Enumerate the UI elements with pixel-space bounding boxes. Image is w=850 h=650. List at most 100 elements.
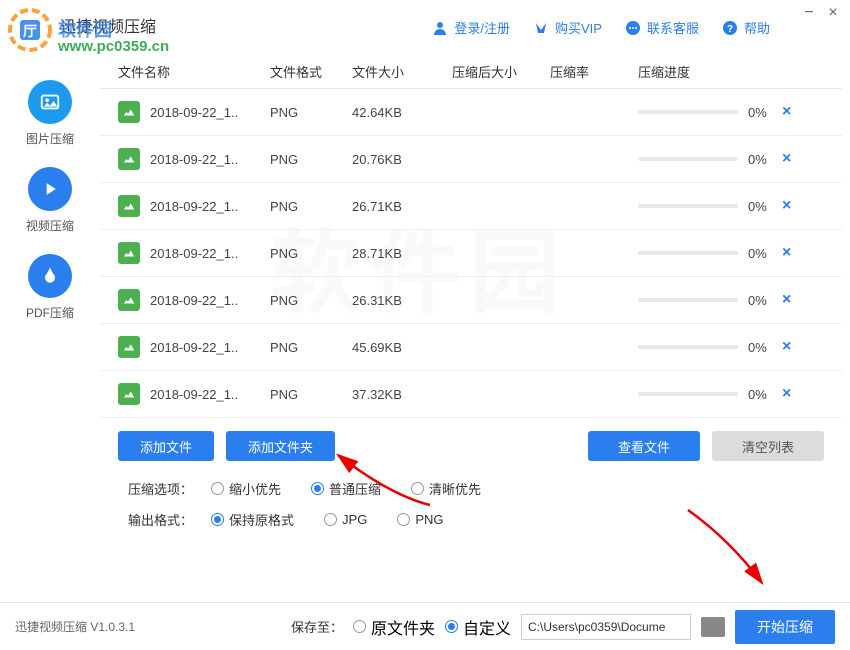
th-name: 文件名称 [118,62,270,81]
cell-size: 45.69KB [352,340,452,355]
image-file-icon [118,336,140,358]
remove-row-icon[interactable]: × [782,291,791,309]
progress-percent: 0% [748,152,778,167]
cell-format: PNG [270,246,352,261]
vip-link[interactable]: 购买VIP [532,18,602,37]
clear-list-button[interactable]: 清空列表 [712,431,824,461]
remove-row-icon[interactable]: × [782,338,791,356]
radio-custom-folder[interactable]: 自定义 [445,615,511,639]
vip-icon [532,19,550,37]
th-format: 文件格式 [270,62,352,81]
remove-row-icon[interactable]: × [782,385,791,403]
cell-filename: 2018-09-22_1.. [150,293,270,308]
radio-normal-compress[interactable]: 普通压缩 [311,479,381,498]
cell-size: 20.76KB [352,152,452,167]
th-size: 文件大小 [352,62,452,81]
remove-row-icon[interactable]: × [782,197,791,215]
sidebar-item-pdf[interactable]: PDF压缩 [26,254,74,321]
radio-shrink-first[interactable]: 缩小优先 [211,479,281,498]
help-link[interactable]: ? 帮助 [721,18,770,37]
login-label: 登录/注册 [454,18,510,37]
progress-percent: 0% [748,340,778,355]
start-compress-button[interactable]: 开始压缩 [735,610,835,644]
progress-bar [638,392,738,396]
progress-percent: 0% [748,105,778,120]
add-file-button[interactable]: 添加文件 [118,431,214,461]
view-file-button[interactable]: 查看文件 [588,431,700,461]
progress-bar [638,251,738,255]
user-icon [431,19,449,37]
minimize-button[interactable]: − [802,6,816,20]
save-to-label: 保存至： [291,617,343,636]
cell-size: 28.71KB [352,246,452,261]
image-file-icon [118,242,140,264]
progress-bar [638,157,738,161]
table-row[interactable]: 2018-09-22_1.. PNG 26.71KB 0% × [100,183,842,230]
cell-format: PNG [270,293,352,308]
radio-png[interactable]: PNG [397,510,443,529]
close-button[interactable]: × [826,6,840,20]
pdf-icon [28,254,72,298]
version-label: 迅捷视频压缩 V1.0.3.1 [15,618,135,635]
play-icon [28,167,72,211]
th-rate: 压缩率 [550,62,638,81]
cell-format: PNG [270,105,352,120]
remove-row-icon[interactable]: × [782,103,791,121]
radio-jpg[interactable]: JPG [324,510,367,529]
sidebar-pdf-label: PDF压缩 [26,304,74,321]
table-row[interactable]: 2018-09-22_1.. PNG 28.71KB 0% × [100,230,842,277]
table-row[interactable]: 2018-09-22_1.. PNG 26.31KB 0% × [100,277,842,324]
cell-format: PNG [270,199,352,214]
table-row[interactable]: 2018-09-22_1.. PNG 20.76KB 0% × [100,136,842,183]
cell-size: 42.64KB [352,105,452,120]
progress-bar [638,110,738,114]
progress-bar [638,204,738,208]
radio-original-folder[interactable]: 原文件夹 [353,615,435,639]
progress-bar [638,298,738,302]
image-file-icon [118,195,140,217]
radio-clear-first[interactable]: 清晰优先 [411,479,481,498]
save-path-input[interactable] [521,614,691,640]
sidebar-item-image[interactable]: 图片压缩 [26,80,74,147]
table-row[interactable]: 2018-09-22_1.. PNG 45.69KB 0% × [100,324,842,371]
image-file-icon [118,383,140,405]
output-format-label: 输出格式： [128,510,193,529]
image-file-icon [118,148,140,170]
remove-row-icon[interactable]: × [782,244,791,262]
sidebar-video-label: 视频压缩 [26,217,74,234]
help-icon: ? [721,19,739,37]
progress-percent: 0% [748,293,778,308]
help-label: 帮助 [744,18,770,37]
image-file-icon [118,101,140,123]
cell-filename: 2018-09-22_1.. [150,199,270,214]
th-progress: 压缩进度 [638,62,798,81]
progress-percent: 0% [748,387,778,402]
cell-format: PNG [270,152,352,167]
th-after: 压缩后大小 [452,62,550,81]
image-file-icon [118,289,140,311]
login-link[interactable]: 登录/注册 [431,18,510,37]
table-row[interactable]: 2018-09-22_1.. PNG 37.32KB 0% × [100,371,842,418]
cell-filename: 2018-09-22_1.. [150,105,270,120]
table-header: 文件名称 文件格式 文件大小 压缩后大小 压缩率 压缩进度 [100,55,842,89]
cell-size: 26.71KB [352,199,452,214]
radio-keep-format[interactable]: 保持原格式 [211,510,294,529]
watermark-logo: 厅 [8,8,53,53]
cell-filename: 2018-09-22_1.. [150,246,270,261]
add-folder-button[interactable]: 添加文件夹 [226,431,335,461]
cell-filename: 2018-09-22_1.. [150,340,270,355]
contact-link[interactable]: 联系客服 [624,18,699,37]
svg-text:厅: 厅 [23,23,37,39]
sidebar-item-video[interactable]: 视频压缩 [26,167,74,234]
cell-filename: 2018-09-22_1.. [150,387,270,402]
remove-row-icon[interactable]: × [782,150,791,168]
progress-bar [638,345,738,349]
watermark-url: www.pc0359.cn [58,38,169,55]
browse-folder-icon[interactable] [701,617,725,637]
progress-percent: 0% [748,199,778,214]
table-row[interactable]: 2018-09-22_1.. PNG 42.64KB 0% × [100,89,842,136]
table-body[interactable]: 2018-09-22_1.. PNG 42.64KB 0% × 2018-09-… [100,89,842,419]
contact-label: 联系客服 [647,18,699,37]
cell-size: 26.31KB [352,293,452,308]
progress-percent: 0% [748,246,778,261]
